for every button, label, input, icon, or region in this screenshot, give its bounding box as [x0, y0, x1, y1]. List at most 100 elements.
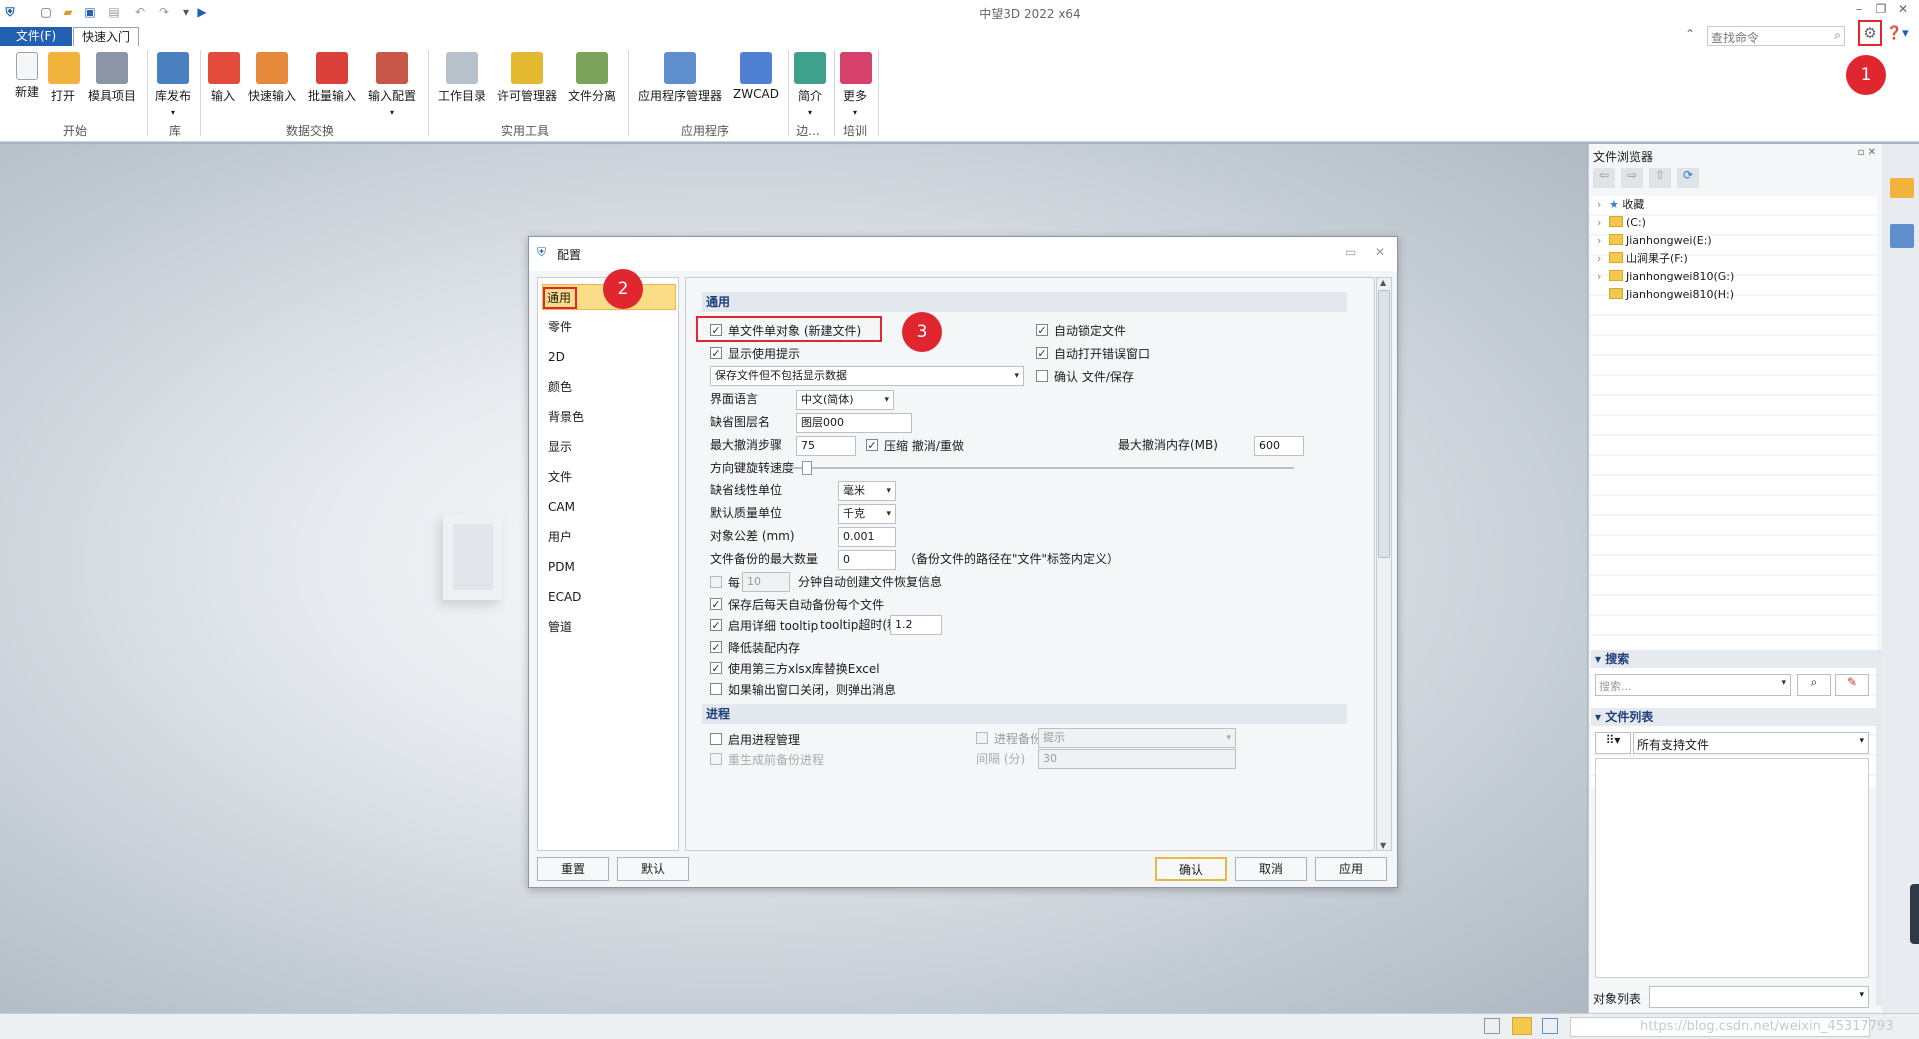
side-handle[interactable]	[1910, 884, 1919, 944]
max-undo-input[interactable]: 75	[796, 436, 856, 456]
forward-arrow-icon[interactable]: ⇨	[1621, 168, 1643, 188]
import-config-button[interactable]: 输入配置 ▾	[366, 52, 418, 138]
nav-pdm[interactable]: PDM	[542, 554, 676, 580]
minimize-icon[interactable]: –	[1850, 2, 1868, 16]
scroll-up-icon[interactable]: ▲	[1380, 278, 1386, 287]
tree-item-favorites[interactable]: › ★ 收藏	[1597, 196, 1644, 214]
nav-user[interactable]: 用户	[542, 524, 676, 550]
max-backup-input[interactable]: 0	[838, 550, 896, 570]
tree-item-drive-h[interactable]: Jianhongwei810(H:)	[1597, 286, 1734, 304]
popup-on-close-checkbox[interactable]: 如果输出窗口关闭，则弹出消息	[710, 680, 896, 698]
collapse-ribbon-icon[interactable]: ⌃	[1685, 27, 1695, 41]
work-directory-button[interactable]: 工作目录	[436, 52, 488, 138]
interval-input[interactable]: 30	[1038, 749, 1236, 769]
display-icon[interactable]	[1512, 1017, 1532, 1035]
dialog-comment-icon[interactable]: ▭	[1345, 245, 1356, 259]
auto-recovery-minutes-input[interactable]: 10	[742, 572, 790, 592]
clear-search-button[interactable]: ✎	[1835, 674, 1869, 696]
nav-display[interactable]: 显示	[542, 434, 676, 460]
file-list[interactable]	[1595, 758, 1869, 978]
file-browser-toggle-icon[interactable]	[1890, 178, 1914, 198]
confirm-save-checkbox[interactable]: 确认 文件/保存	[1036, 367, 1134, 385]
nav-ecad[interactable]: ECAD	[542, 584, 676, 610]
scroll-thumb[interactable]	[1378, 290, 1390, 558]
cancel-button[interactable]: 取消	[1235, 857, 1307, 881]
tree-item-drive-c[interactable]: › (C:)	[1597, 214, 1646, 232]
show-tips-checkbox[interactable]: ✓ 显示使用提示	[710, 344, 800, 362]
reduce-assembly-memory-checkbox[interactable]: ✓ 降低装配内存	[710, 638, 800, 656]
quick-start-tab[interactable]: 快速入门	[73, 27, 139, 46]
tree-item-drive-g[interactable]: › Jianhongwei810(G:)	[1597, 268, 1734, 286]
auto-open-error-checkbox[interactable]: ✓ 自动打开错误窗口	[1036, 344, 1150, 362]
linear-unit-select[interactable]: 毫米 ▾	[838, 481, 896, 501]
tree-item-drive-e[interactable]: › Jianhongwei(E:)	[1597, 232, 1712, 250]
file-split-button[interactable]: 文件分离	[566, 52, 618, 138]
close-icon[interactable]: ✕	[1894, 2, 1912, 16]
nav-file[interactable]: 文件	[542, 464, 676, 490]
refresh-icon[interactable]: ⟳	[1677, 168, 1699, 188]
apply-button[interactable]: 应用	[1315, 857, 1387, 881]
save-mode-select[interactable]: 保存文件但不包括显示数据 ▾	[710, 366, 1024, 386]
max-undo-memory-input[interactable]: 600	[1254, 436, 1304, 456]
tolerance-input[interactable]: 0.001	[838, 527, 896, 547]
undo-icon[interactable]: ↶	[132, 4, 148, 20]
rotate-speed-slider[interactable]	[784, 467, 1294, 469]
search-section-header[interactable]: ▾ 搜索	[1591, 650, 1877, 668]
enable-process-checkbox[interactable]: 启用进程管理	[710, 730, 800, 748]
nav-cam[interactable]: CAM	[542, 494, 676, 520]
third-party-xlsx-checkbox[interactable]: ✓ 使用第三方xlsx库替换Excel	[710, 659, 880, 677]
settings-gear-icon[interactable]: ⚙	[1858, 20, 1882, 46]
layout-icon[interactable]	[1484, 1018, 1500, 1034]
window-icon[interactable]	[1542, 1018, 1558, 1034]
auto-lock-checkbox[interactable]: ✓ 自动锁定文件	[1036, 321, 1126, 339]
file-search-input[interactable]: 搜索... ▾	[1595, 674, 1791, 696]
panel-close-icon[interactable]: ▫ ✕	[1858, 147, 1876, 158]
save-icon[interactable]: ▣	[82, 4, 98, 20]
rotate-speed-slider-thumb[interactable]	[802, 461, 812, 475]
nav-piping[interactable]: 管道	[542, 614, 676, 640]
command-search-input[interactable]: 查找命令 ⌕	[1707, 26, 1845, 46]
new-button[interactable]: 新建	[12, 52, 42, 138]
file-menu-tab[interactable]: 文件(F)	[0, 27, 72, 46]
default-button[interactable]: 默认	[617, 857, 689, 881]
dialog-close-icon[interactable]: ✕	[1375, 245, 1385, 259]
up-folder-icon[interactable]: ⇧	[1649, 168, 1671, 188]
nav-color[interactable]: 颜色	[542, 374, 676, 400]
config-scrollbar[interactable]: ▲ ▼	[1376, 277, 1392, 851]
daily-backup-checkbox[interactable]: ✓ 保存后每天自动备份每个文件	[710, 595, 884, 613]
help-icon[interactable]: ❓▾	[1886, 26, 1909, 41]
quick-access-dropdown-icon[interactable]: ▾	[178, 4, 194, 20]
print-icon[interactable]: ▤	[106, 4, 122, 20]
scroll-down-icon[interactable]: ▼	[1380, 841, 1386, 850]
auto-recovery-checkbox[interactable]: 每	[710, 573, 740, 591]
nav-part[interactable]: 零件	[542, 314, 676, 340]
file-search-button[interactable]: ⌕	[1797, 674, 1831, 696]
tooltip-timeout-input[interactable]: 1.2	[890, 615, 942, 635]
open-folder-icon[interactable]: ▰	[60, 4, 76, 20]
nav-background[interactable]: 背景色	[542, 404, 676, 430]
view-mode-dropdown[interactable]: ⠿▾	[1595, 732, 1631, 754]
library-toggle-icon[interactable]	[1890, 224, 1914, 248]
default-layer-input[interactable]: 图层000	[796, 413, 912, 433]
ui-language-select[interactable]: 中文(简体) ▾	[796, 390, 894, 410]
play-icon[interactable]: ▶	[194, 4, 210, 20]
process-backup-select[interactable]: 提示 ▾	[1038, 728, 1236, 748]
file-type-filter-select[interactable]: 所有支持文件 ▾	[1633, 732, 1869, 754]
nav-2d[interactable]: 2D	[542, 344, 676, 370]
mass-unit-select[interactable]: 千克 ▾	[838, 504, 896, 524]
ok-button[interactable]: 确认	[1155, 857, 1227, 881]
detail-tooltip-checkbox[interactable]: ✓ 启用详细 tooltip	[710, 616, 818, 634]
new-file-icon[interactable]: ▢	[38, 4, 54, 20]
process-backup-checkbox[interactable]: 进程备份	[976, 729, 1042, 747]
compress-undo-checkbox[interactable]: ✓ 压缩 撤消/重做	[866, 436, 964, 454]
single-file-checkbox[interactable]: ✓ 单文件单对象 (新建文件)	[710, 321, 861, 339]
object-list-select[interactable]: ▾	[1649, 986, 1869, 1008]
redo-icon[interactable]: ↷	[156, 4, 172, 20]
import-button[interactable]: 输入	[208, 52, 240, 138]
restore-icon[interactable]: ❐	[1872, 2, 1890, 16]
gen-backup-checkbox[interactable]: 重生成前备份进程	[710, 750, 824, 768]
reset-button[interactable]: 重置	[537, 857, 609, 881]
file-list-section-header[interactable]: ▾ 文件列表	[1591, 708, 1877, 726]
back-arrow-icon[interactable]: ⇦	[1593, 168, 1615, 188]
tree-item-drive-f[interactable]: › 山涧果子(F:)	[1597, 250, 1688, 268]
